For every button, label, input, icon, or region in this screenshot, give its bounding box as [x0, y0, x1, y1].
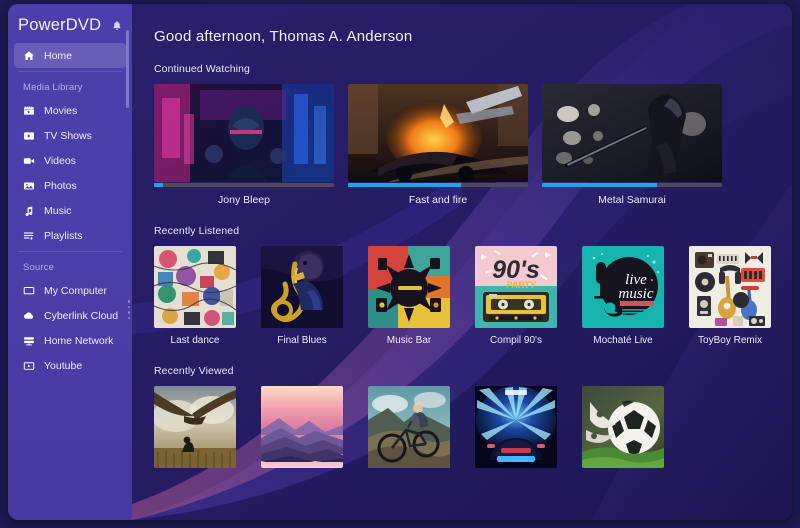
video-camera-icon [22, 154, 35, 167]
bell-icon[interactable] [110, 19, 124, 33]
photo-icon [22, 179, 35, 192]
recently-viewed-tile[interactable] [582, 386, 664, 468]
tile-label: ToyBoy Remix [698, 335, 762, 346]
content-area: Good afternoon, Thomas A. Anderson Conti… [132, 4, 792, 520]
sidebar-item-label: TV Shows [44, 129, 92, 142]
album-art-final-blues[interactable] [261, 246, 343, 328]
thumbnail-fast-and-fire[interactable] [348, 84, 528, 182]
recently-listened-tile[interactable]: 90's PARTY Compil 90's [475, 246, 557, 346]
sidebar-item-home[interactable]: Home [14, 43, 126, 68]
sidebar-item-label: Movies [44, 104, 78, 117]
music-note-icon [22, 204, 35, 217]
svg-text:PARTY: PARTY [506, 280, 537, 290]
photo-soccer-ball-grass[interactable] [582, 386, 664, 468]
tile-label: Last dance [170, 335, 220, 346]
recently-viewed-row [154, 386, 792, 468]
sidebar-item-label: Videos [44, 154, 76, 167]
progress-fill [348, 183, 462, 187]
recently-listened-tile[interactable]: ToyBoy Remix [689, 246, 771, 346]
sidebar-item-label: Photos [44, 179, 77, 192]
recently-listened-tile[interactable]: Music Bar [368, 246, 450, 346]
section-title: Recently Listened [154, 225, 240, 237]
thumbnail-jony-bleep[interactable] [154, 84, 334, 182]
youtube-play-icon [22, 359, 35, 372]
powerdvd-window: PowerDVD Home Media Library Movies TV Sh… [8, 4, 792, 520]
continued-watching-tile[interactable]: Fast and fire [348, 84, 528, 206]
progress-bar[interactable] [542, 183, 722, 187]
sidebar-item-label: Home Network [44, 334, 114, 347]
sidebar-item-label: Music [44, 204, 72, 217]
album-art-last-dance[interactable] [154, 246, 236, 328]
sidebar-item-label: My Computer [44, 284, 108, 297]
album-art-mochate-live[interactable]: live music [582, 246, 664, 328]
sidebar-item-home-network[interactable]: Home Network [14, 328, 126, 353]
monitor-icon [22, 284, 35, 297]
tile-label: Metal Samurai [598, 194, 666, 206]
recently-listened-tile[interactable]: live music Mochaté Live [582, 246, 664, 346]
photo-pink-mountain-sunset[interactable] [261, 386, 343, 468]
playlist-icon [22, 229, 35, 242]
progress-fill [542, 183, 658, 187]
sidebar-item-label: Playlists [44, 229, 83, 242]
tv-icon [22, 129, 35, 142]
sidebar-heading-source: Source [23, 262, 55, 273]
recently-listened-row: Last dance Final Blues Music Bar 90's PA… [154, 246, 792, 346]
sidebar-item-movies[interactable]: Movies [14, 98, 126, 123]
section-continued-watching: Continued Watching Jony Bleep Fast and f… [154, 63, 792, 206]
sidebar-item-label: Home [44, 49, 73, 62]
recently-viewed-tile[interactable] [368, 386, 450, 468]
network-server-icon [22, 334, 35, 347]
photo-dragon-and-child[interactable] [154, 386, 236, 468]
continued-watching-tile[interactable]: Jony Bleep [154, 84, 334, 206]
svg-text:music: music [619, 286, 654, 302]
section-title: Continued Watching [154, 63, 250, 75]
recently-listened-tile[interactable]: Final Blues [261, 246, 343, 346]
section-recently-viewed: Recently Viewed [154, 365, 792, 468]
sidebar-item-music[interactable]: Music [14, 198, 126, 223]
sidebar-item-label: Cyberlink Cloud [44, 309, 119, 322]
progress-bar[interactable] [154, 183, 334, 187]
sidebar-heading-media-library: Media Library [23, 82, 83, 93]
sidebar-item-playlists[interactable]: Playlists [14, 223, 126, 248]
cloud-icon [22, 309, 35, 322]
photo-blue-tunnel-car[interactable] [475, 386, 557, 468]
progress-bar[interactable] [348, 183, 528, 187]
progress-fill [154, 183, 163, 187]
recently-viewed-tile[interactable] [154, 386, 236, 468]
movie-clapper-icon [22, 104, 35, 117]
tile-label: Jony Bleep [218, 194, 270, 206]
app-title: PowerDVD [18, 16, 102, 34]
home-icon [22, 49, 35, 62]
tile-label: Compil 90's [490, 335, 542, 346]
sidebar-item-tv-shows[interactable]: TV Shows [14, 123, 126, 148]
sidebar-item-youtube[interactable]: Youtube [14, 353, 126, 378]
tile-label: Fast and fire [408, 194, 468, 206]
photo-mountain-biker[interactable] [368, 386, 450, 468]
tile-label: Mochaté Live [593, 335, 653, 346]
sidebar-scrollbar[interactable] [126, 30, 129, 108]
tile-label: Final Blues [277, 335, 327, 346]
sidebar-item-videos[interactable]: Videos [14, 148, 126, 173]
thumbnail-metal-samurai[interactable] [542, 84, 722, 182]
section-title: Recently Viewed [154, 365, 234, 377]
brand-row: PowerDVD [8, 12, 132, 43]
sidebar-item-label: Youtube [44, 359, 83, 372]
continued-watching-row: Jony Bleep Fast and fire Metal Samurai [154, 84, 792, 206]
sidebar: PowerDVD Home Media Library Movies TV Sh… [8, 4, 132, 520]
album-art-music-bar[interactable] [368, 246, 450, 328]
continued-watching-tile[interactable]: Metal Samurai [542, 84, 722, 206]
recently-viewed-tile[interactable] [261, 386, 343, 468]
sidebar-item-my-computer[interactable]: My Computer [14, 278, 126, 303]
sidebar-item-cyberlink-cloud[interactable]: Cyberlink Cloud [14, 303, 126, 328]
greeting-text: Good afternoon, Thomas A. Anderson [154, 28, 413, 45]
sidebar-item-photos[interactable]: Photos [14, 173, 126, 198]
tile-label: Music Bar [386, 335, 432, 346]
scroll-area[interactable]: Good afternoon, Thomas A. Anderson Conti… [132, 4, 792, 520]
recently-listened-tile[interactable]: Last dance [154, 246, 236, 346]
album-art-toyboy-remix[interactable] [689, 246, 771, 328]
recently-viewed-tile[interactable] [475, 386, 557, 468]
section-recently-listened: Recently Listened Last dance Final Blues… [154, 225, 792, 346]
album-art-compil-90s[interactable]: 90's PARTY [475, 246, 557, 328]
